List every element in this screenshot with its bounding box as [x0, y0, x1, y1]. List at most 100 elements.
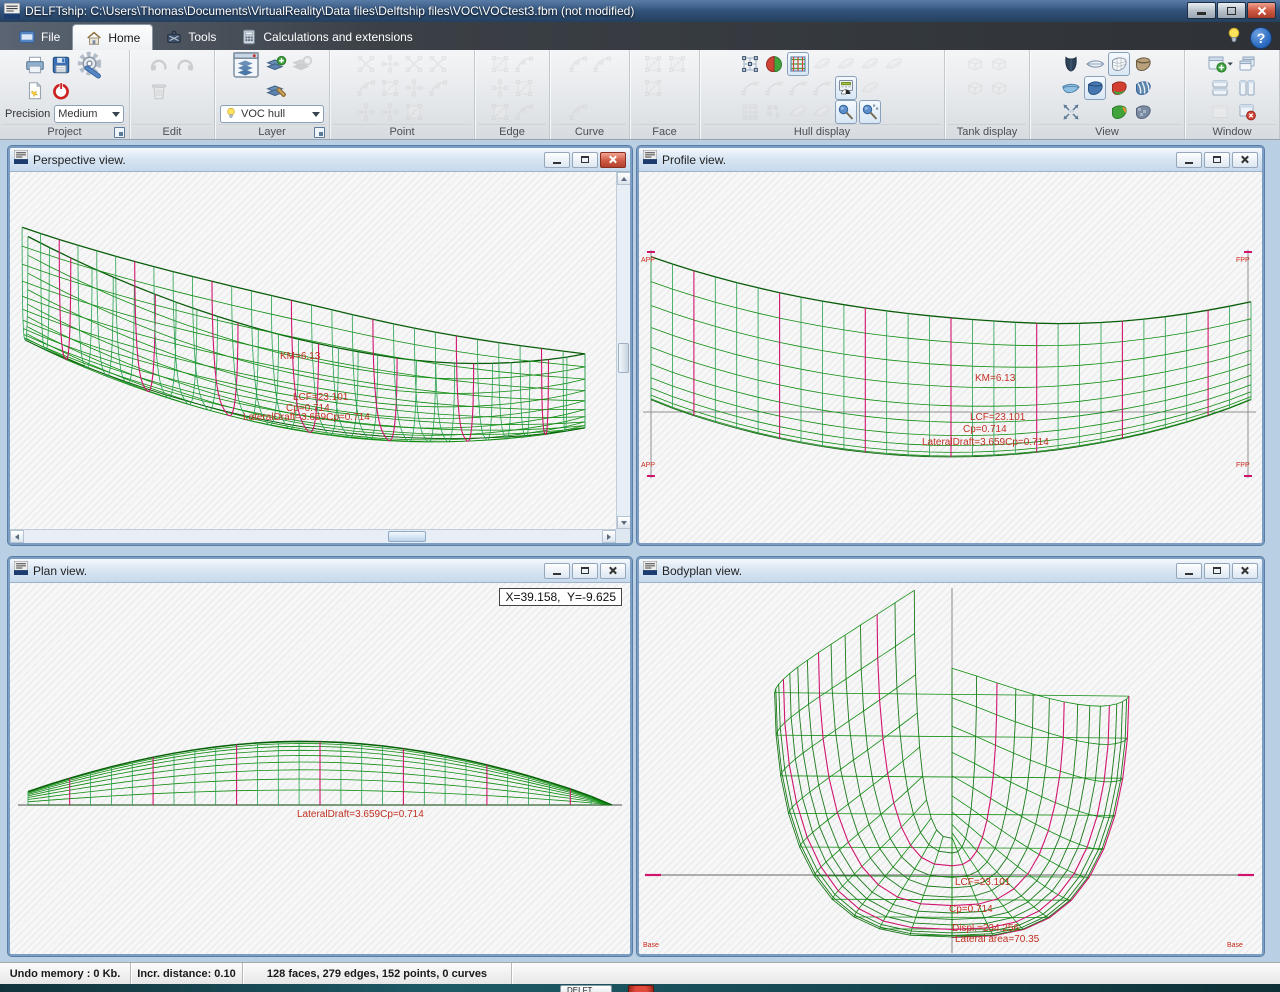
exit-button[interactable] [49, 78, 73, 104]
taskbar-app-button[interactable]: DELFT [560, 985, 612, 992]
tile-horizontal-button[interactable] [1206, 76, 1234, 100]
v-scroll-thumb[interactable] [618, 343, 629, 373]
tab-home[interactable]: Home [72, 24, 153, 50]
show-grid-button[interactable] [787, 52, 809, 76]
plan-titlebar[interactable]: Plan view. [10, 559, 630, 583]
show-submerged-hull-button[interactable] [787, 100, 809, 124]
plan-minimize-button[interactable] [544, 563, 570, 579]
close-all-windows-button[interactable] [1236, 100, 1258, 124]
perspective-restore-button[interactable] [572, 152, 598, 168]
point-align-button[interactable] [379, 52, 401, 76]
tab-tools[interactable]: Tools [153, 24, 228, 50]
show-markers-button[interactable] [763, 100, 785, 124]
maximize-button[interactable] [1217, 2, 1246, 19]
view-bodyplan-button[interactable] [1060, 52, 1082, 76]
profile-restore-button[interactable] [1204, 152, 1230, 168]
face-mirror-button[interactable] [666, 52, 688, 76]
scroll-up-arrow[interactable] [617, 172, 630, 185]
mode-zebra-button[interactable] [1132, 76, 1154, 100]
taskbar-app2-button[interactable] [628, 985, 654, 992]
tab-file[interactable]: File [6, 24, 72, 50]
scroll-down-arrow[interactable] [617, 516, 630, 529]
edge-insert-button[interactable] [513, 76, 535, 100]
layer-dialog-launcher[interactable] [314, 127, 325, 138]
cascade-windows-button[interactable] [1236, 52, 1258, 76]
plan-close-button[interactable] [600, 563, 626, 579]
point-add-button[interactable] [355, 52, 377, 76]
tank-view-2-button[interactable] [988, 52, 1010, 76]
perspective-close-button[interactable] [600, 152, 626, 168]
minimize-button[interactable] [1187, 2, 1216, 19]
point-project-button[interactable] [379, 76, 401, 100]
layer-properties-button[interactable] [230, 52, 262, 78]
show-waterlines-button[interactable] [859, 52, 881, 76]
delete-button[interactable] [147, 78, 171, 104]
undo-button[interactable] [147, 52, 171, 78]
bodyplan-titlebar[interactable]: Bodyplan view. [639, 559, 1262, 583]
face-invert-button[interactable] [642, 76, 664, 100]
view-profile-button[interactable] [1060, 76, 1082, 100]
tank-view-4-button[interactable] [988, 76, 1010, 100]
tank-view-3-button[interactable] [964, 76, 986, 100]
profile-close-button[interactable] [1232, 152, 1258, 168]
edge-collapse-button[interactable] [489, 76, 511, 100]
zoom-extents-button[interactable] [1060, 100, 1082, 124]
pin-hydrostatics-button[interactable] [835, 100, 857, 124]
show-buttocks-button[interactable] [835, 52, 857, 76]
point-intersect-button[interactable] [427, 76, 449, 100]
save-button[interactable] [49, 52, 73, 78]
print-button[interactable] [23, 52, 47, 78]
new-project-button[interactable] [23, 78, 47, 104]
window-placeholder-button[interactable] [1206, 100, 1234, 124]
mode-environment-button[interactable] [1132, 100, 1154, 124]
scroll-left-arrow[interactable] [10, 530, 24, 543]
face-add-button[interactable] [642, 52, 664, 76]
show-control-curves-button[interactable] [739, 76, 761, 100]
profile-minimize-button[interactable] [1176, 152, 1202, 168]
show-sectional-areas-button[interactable] [811, 100, 833, 124]
plan-canvas[interactable] [10, 583, 628, 954]
project-dialog-launcher[interactable] [114, 127, 125, 138]
show-stations-button[interactable] [811, 52, 833, 76]
resize-grip[interactable] [616, 529, 630, 543]
show-hydrostatic-features-button[interactable] [835, 76, 857, 100]
perspective-h-scrollbar[interactable] [10, 529, 616, 543]
windows-taskbar[interactable]: DELFT [0, 984, 1280, 992]
show-normals-button[interactable] [787, 76, 809, 100]
view-perspective-button[interactable] [1084, 76, 1106, 100]
show-flowlines-button[interactable] [859, 76, 881, 100]
curve-fair-button[interactable] [591, 52, 613, 76]
curve-intersect-button[interactable] [567, 100, 589, 124]
show-control-net-button[interactable] [739, 52, 761, 76]
window-titlebar[interactable]: DELFTship: C:\Users\Thomas\Documents\Vir… [0, 0, 1280, 22]
edge-extrude-button[interactable] [489, 52, 511, 76]
mode-developability-button[interactable] [1108, 100, 1130, 124]
point-mirror-button[interactable] [355, 76, 377, 100]
layer-edit-button[interactable] [264, 78, 288, 104]
h-scroll-thumb[interactable] [388, 531, 426, 542]
profile-canvas[interactable] [639, 172, 1260, 543]
profile-titlebar[interactable]: Profile view. [639, 148, 1262, 172]
edge-crease-button[interactable] [513, 100, 535, 124]
redo-button[interactable] [173, 52, 197, 78]
show-interior-edges-button[interactable] [739, 100, 761, 124]
show-both-sides-button[interactable] [763, 52, 785, 76]
tank-view-1-button[interactable] [964, 52, 986, 76]
bodyplan-restore-button[interactable] [1204, 563, 1230, 579]
tip-bulb-icon[interactable] [1224, 25, 1244, 50]
close-button[interactable] [1247, 2, 1276, 19]
curve-add-button[interactable] [567, 52, 589, 76]
point-collapse-button[interactable] [403, 52, 425, 76]
edge-split-button[interactable] [513, 52, 535, 76]
bodyplan-minimize-button[interactable] [1176, 563, 1202, 579]
show-diagonals-button[interactable] [883, 52, 905, 76]
point-lock-button[interactable] [355, 100, 377, 124]
perspective-minimize-button[interactable] [544, 152, 570, 168]
mode-shaded-button[interactable] [1132, 52, 1154, 76]
bodyplan-canvas[interactable] [639, 583, 1260, 954]
edge-remove-button[interactable] [489, 100, 511, 124]
view-plan-button[interactable] [1084, 52, 1106, 76]
bodyplan-close-button[interactable] [1232, 563, 1258, 579]
point-spread-button[interactable] [427, 52, 449, 76]
tile-vertical-button[interactable] [1236, 76, 1258, 100]
